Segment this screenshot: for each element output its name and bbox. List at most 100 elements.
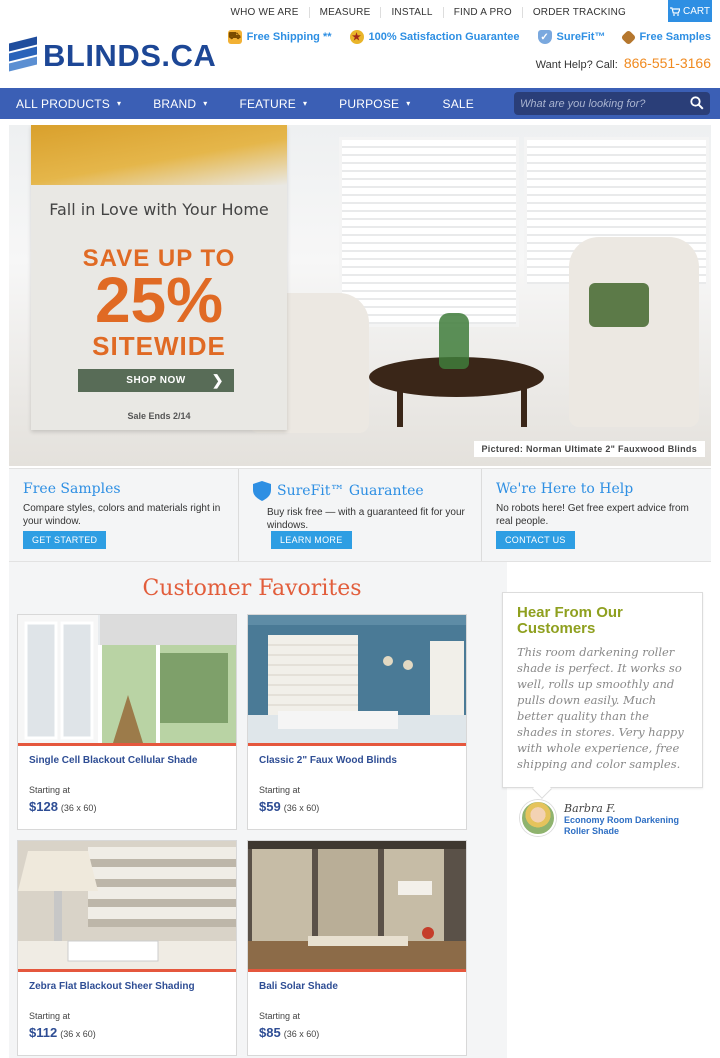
product-image	[248, 615, 466, 743]
testimonial-bubble: Hear From Our Customers This room darken…	[502, 592, 703, 799]
starting-at-label: Starting at	[29, 785, 71, 795]
help-text-body: No robots here! Get free expert advice f…	[496, 503, 689, 527]
chevron-right-icon: ❯	[211, 372, 224, 388]
sale-promo-card: Fall in Love with Your Home SAVE UP TO 2…	[31, 125, 287, 430]
price-size: (36 x 60)	[283, 1029, 320, 1039]
free-samples-panel: Free Samples Compare styles, colors and …	[9, 469, 238, 561]
reviewer-name: Barbra F.	[564, 802, 616, 815]
product-price: $112 (36 x 60)	[29, 1025, 96, 1040]
guarantee-badge-icon: ★	[349, 30, 364, 44]
who-we-are-link[interactable]: WHO WE ARE	[220, 7, 308, 18]
price-size: (36 x 60)	[60, 1029, 96, 1039]
hero-pillow	[589, 283, 649, 327]
product-name[interactable]: Single Cell Blackout Cellular Shade	[29, 755, 197, 766]
free-samples-label: Free Samples	[639, 31, 711, 43]
learn-more-button[interactable]: LEARN MORE	[271, 531, 352, 549]
shop-now-label: SHOP NOW	[126, 375, 186, 386]
find-a-pro-link[interactable]: FIND A PRO	[442, 6, 522, 18]
satisfaction-label: 100% Satisfaction Guarantee	[368, 31, 520, 43]
solar-shade-photo	[248, 841, 466, 969]
blinds-logo-icon	[9, 36, 39, 76]
contact-us-button[interactable]: CONTACT US	[496, 531, 575, 549]
zebra-shade-photo	[18, 841, 236, 969]
get-started-button[interactable]: GET STARTED	[23, 531, 107, 549]
surefit-text: Buy risk free — with a guaranteed fit fo…	[267, 507, 465, 531]
nav-brand[interactable]: BRAND ▾	[137, 97, 223, 111]
product-name[interactable]: Bali Solar Shade	[259, 981, 338, 992]
utility-links: WHO WE ARE MEASURE INSTALL FIND A PRO OR…	[220, 0, 636, 24]
chevron-down-icon: ▾	[302, 99, 308, 108]
shield-icon	[253, 481, 271, 501]
hero-window-blinds	[339, 137, 519, 327]
nav-purpose[interactable]: PURPOSE ▾	[323, 97, 426, 111]
hero-vase	[439, 313, 469, 369]
benefits-strip: Free Samples Compare styles, colors and …	[9, 468, 711, 562]
product-card[interactable]: Classic 2" Faux Wood Blinds Starting at …	[247, 614, 467, 830]
cart-button[interactable]: CART	[668, 0, 712, 22]
search-input[interactable]	[520, 97, 680, 110]
starting-at-label: Starting at	[259, 1011, 301, 1021]
nav-sale[interactable]: SALE	[426, 97, 490, 111]
surefit-title: SureFit™ Guarantee	[277, 483, 424, 499]
chevron-down-icon: ▾	[406, 99, 411, 108]
testimonial-heading: Hear From Our Customers	[517, 604, 623, 637]
reviewed-product-link[interactable]: Economy Room Darkening Roller Shade	[564, 815, 684, 837]
shop-now-button[interactable]: SHOP NOW ❯	[78, 369, 234, 392]
free-samples-title: Free Samples	[23, 481, 121, 497]
help-text: Want Help? Call:	[535, 59, 618, 71]
satisfaction-guarantee-badge[interactable]: ★ 100% Satisfaction Guarantee	[349, 30, 520, 44]
price-size: (36 x 60)	[60, 803, 97, 813]
reviewer: Barbra F. Economy Room Darkening Roller …	[520, 800, 684, 837]
phone-number[interactable]: 866-551-3166	[624, 55, 711, 71]
cart-icon	[669, 6, 680, 16]
product-card[interactable]: Single Cell Blackout Cellular Shade Star…	[17, 614, 237, 830]
surefit-badge[interactable]: ✓ SureFit™	[537, 30, 606, 44]
swatch-icon	[621, 29, 637, 45]
cellular-shade-photo	[18, 615, 236, 743]
hero-table-leg	[397, 387, 403, 427]
hero-tagline: Fall in Love with Your Home	[49, 200, 269, 219]
nav-label: SALE	[442, 96, 474, 111]
help-title: We're Here to Help	[496, 481, 634, 497]
help-line: Want Help? Call: 866-551-3166	[536, 55, 711, 71]
gold-paint-stroke	[31, 125, 287, 185]
nav-label: BRAND	[153, 96, 197, 111]
cart-label: CART	[682, 5, 711, 17]
logo-text: BLINDS.CA	[43, 38, 217, 73]
card-accent-stripe	[18, 969, 236, 972]
measure-link[interactable]: MEASURE	[308, 6, 381, 18]
search-box	[514, 92, 710, 115]
pictured-caption: Pictured: Norman Ultimate 2" Fauxwood Bl…	[473, 441, 705, 457]
product-name[interactable]: Zebra Flat Blackout Sheer Shading	[29, 981, 195, 992]
faux-wood-blinds-photo	[248, 615, 466, 743]
surefit-panel: SureFit™ Guarantee Buy risk free — with …	[238, 469, 481, 561]
nav-feature[interactable]: FEATURE ▾	[223, 97, 323, 111]
hero-sitewide: SITEWIDE	[92, 331, 226, 361]
order-tracking-link[interactable]: ORDER TRACKING	[521, 6, 636, 18]
nav-all-products[interactable]: ALL PRODUCTS ▾	[0, 97, 137, 111]
product-card[interactable]: Bali Solar Shade Starting at $85 (36 x 60…	[247, 840, 467, 1056]
free-shipping-badge[interactable]: ⛟ Free Shipping **	[227, 30, 332, 44]
help-panel: We're Here to Help No robots here! Get f…	[481, 469, 711, 561]
price-size: (36 x 60)	[283, 803, 320, 813]
chevron-down-icon: ▾	[203, 99, 208, 108]
nav-label: PURPOSE	[339, 96, 400, 111]
hero-banner[interactable]: Fall in Love with Your Home SAVE UP TO 2…	[9, 125, 711, 466]
promo-badges: ⛟ Free Shipping ** ★ 100% Satisfaction G…	[227, 29, 711, 45]
hero-table-leg	[521, 387, 527, 427]
bubble-tail	[532, 779, 552, 799]
price-value: $128	[29, 799, 58, 814]
chevron-down-icon: ▾	[116, 99, 122, 108]
surefit-label: SureFit™	[556, 31, 606, 43]
card-accent-stripe	[18, 743, 236, 746]
product-card[interactable]: Zebra Flat Blackout Sheer Shading Starti…	[17, 840, 237, 1056]
favorites-title: Customer Favorites	[142, 576, 362, 601]
site-logo[interactable]: BLINDS.CA	[9, 36, 216, 76]
product-name[interactable]: Classic 2" Faux Wood Blinds	[259, 755, 397, 766]
search-icon[interactable]	[690, 96, 704, 110]
surefit-shield-icon: ✓	[537, 30, 552, 44]
price-value: $112	[29, 1025, 58, 1040]
install-link[interactable]: INSTALL	[380, 6, 442, 18]
free-samples-badge[interactable]: Free Samples	[621, 29, 711, 45]
price-value: $59	[259, 799, 281, 814]
